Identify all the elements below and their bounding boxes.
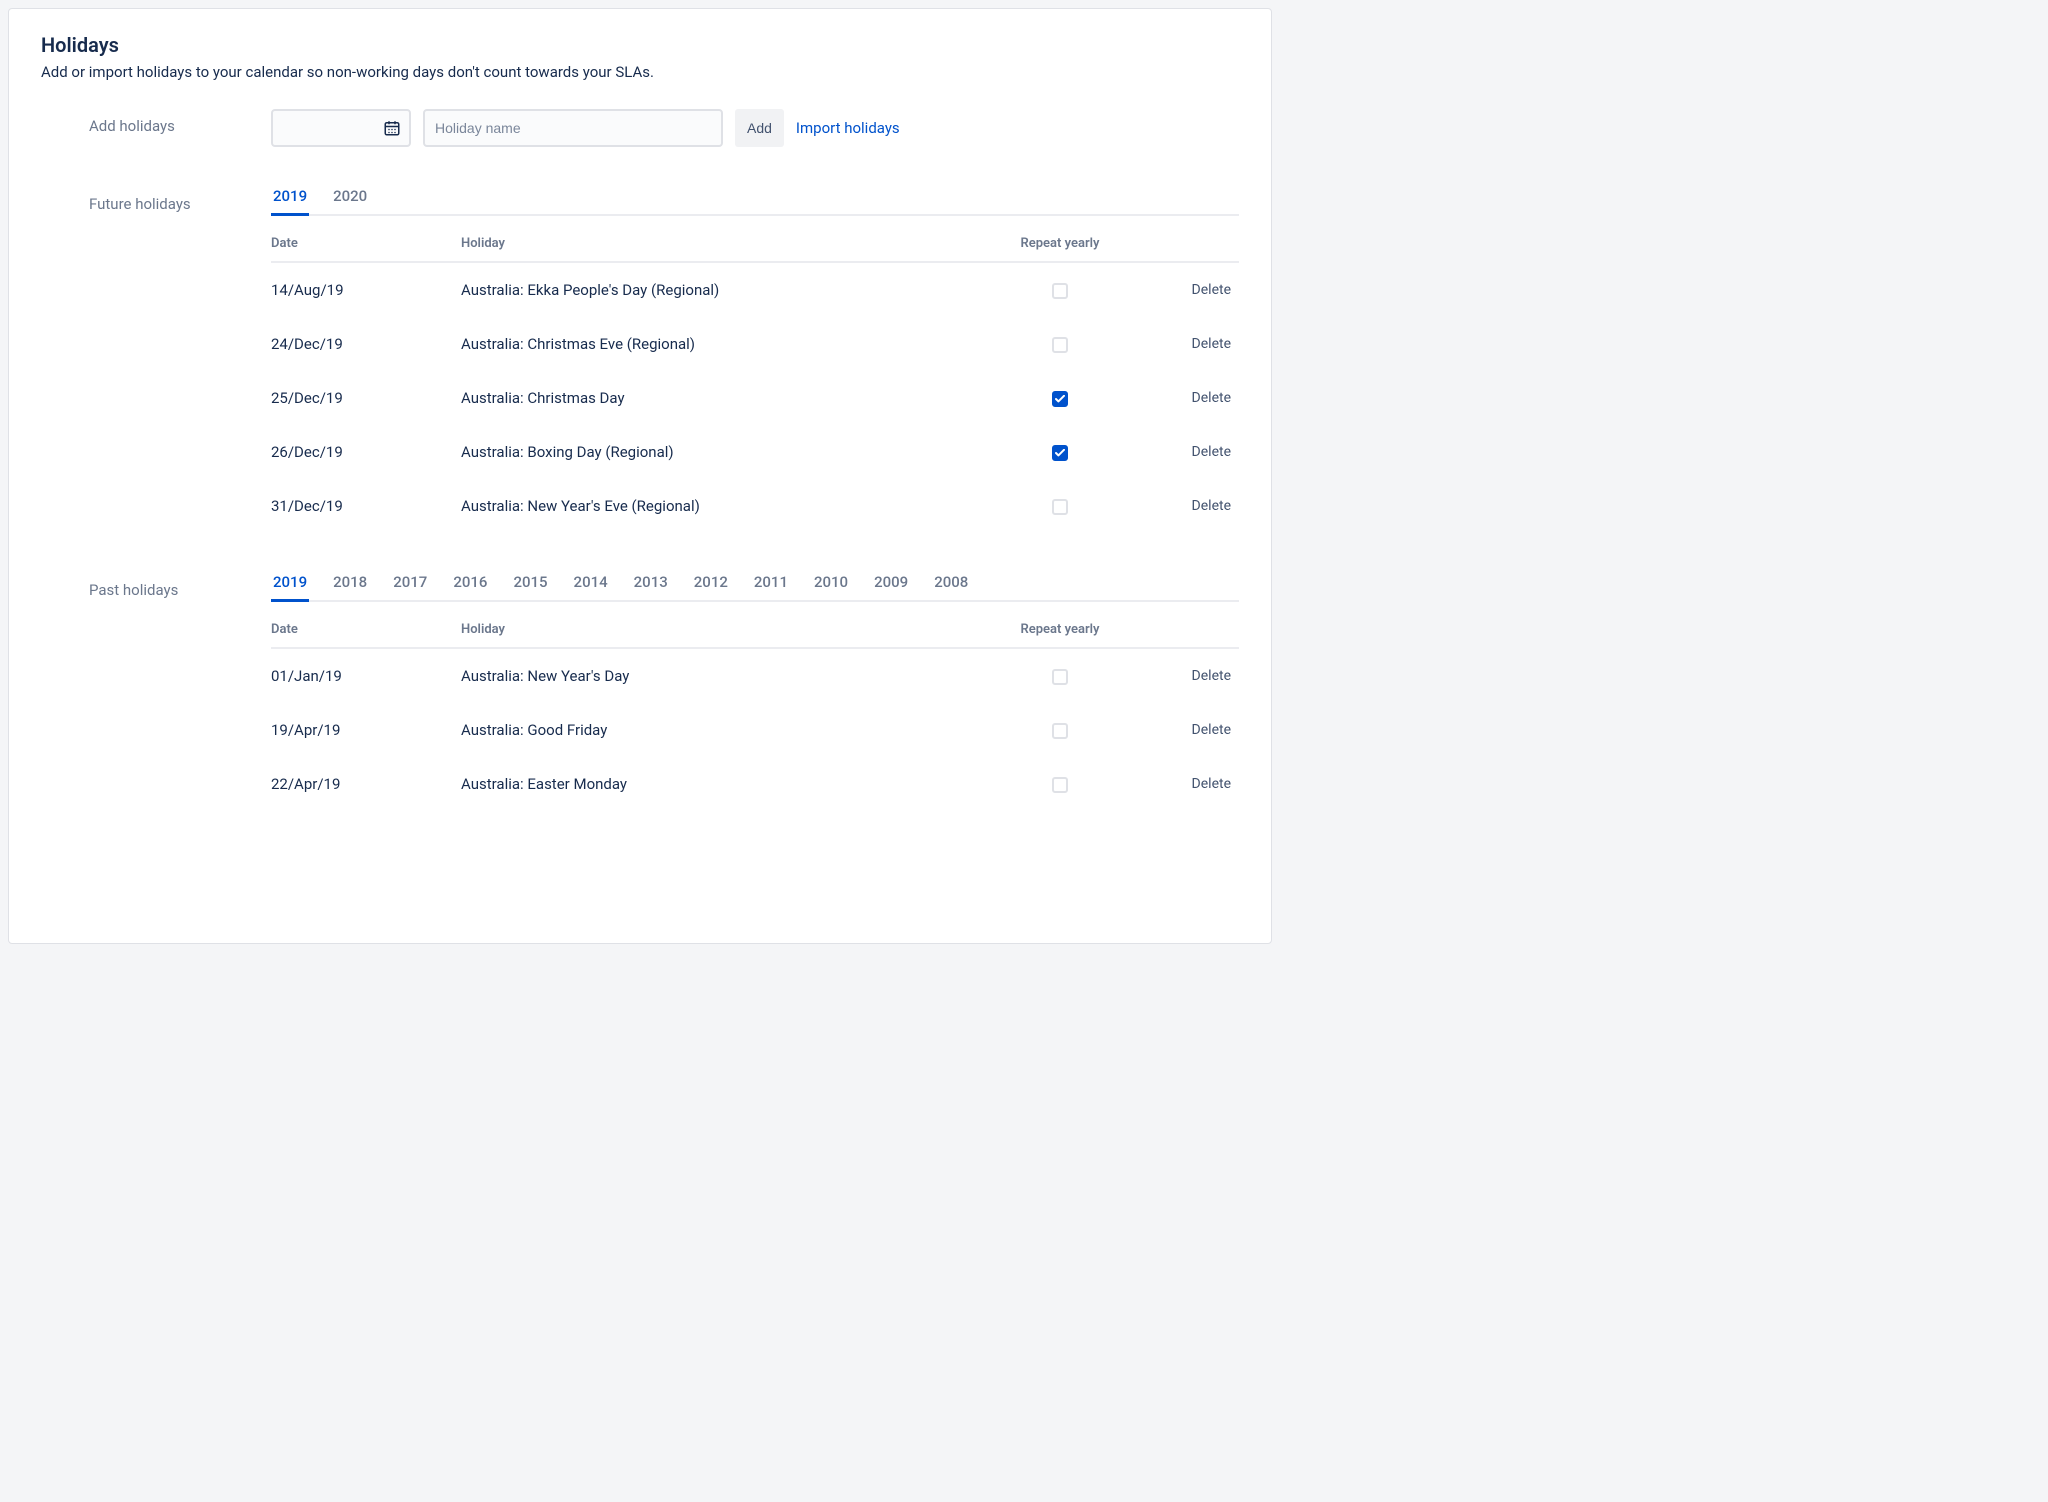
year-tab-2020[interactable]: 2020	[331, 187, 369, 216]
repeat-yearly-checkbox[interactable]	[1052, 777, 1068, 793]
year-tab-2017[interactable]: 2017	[391, 573, 429, 602]
delete-link[interactable]: Delete	[1139, 757, 1239, 811]
cell-date: 14/Aug/19	[271, 262, 461, 317]
year-tab-2012[interactable]: 2012	[692, 573, 730, 602]
import-holidays-link[interactable]: Import holidays	[796, 119, 900, 137]
page-title: Holidays	[41, 33, 1239, 57]
table-row: 14/Aug/19Australia: Ekka People's Day (R…	[271, 262, 1239, 317]
cell-holiday: Australia: Christmas Day	[461, 371, 989, 425]
calendar-icon	[383, 119, 401, 137]
table-row: 01/Jan/19Australia: New Year's Day Delete	[271, 648, 1239, 703]
table-row: 19/Apr/19Australia: Good Friday Delete	[271, 703, 1239, 757]
cell-date: 24/Dec/19	[271, 317, 461, 371]
add-button[interactable]: Add	[735, 109, 784, 147]
cell-date: 25/Dec/19	[271, 371, 461, 425]
year-tab-2008[interactable]: 2008	[932, 573, 970, 602]
cell-repeat	[989, 757, 1139, 811]
cell-repeat	[989, 479, 1139, 533]
cell-holiday: Australia: Christmas Eve (Regional)	[461, 317, 989, 371]
col-repeat: Repeat yearly	[989, 230, 1139, 262]
holiday-date-input[interactable]	[271, 109, 411, 147]
add-holidays-label: Add holidays	[41, 109, 271, 135]
year-tab-2014[interactable]: 2014	[572, 573, 610, 602]
year-tab-2009[interactable]: 2009	[872, 573, 910, 602]
repeat-yearly-checkbox[interactable]	[1052, 723, 1068, 739]
page-subtitle: Add or import holidays to your calendar …	[41, 63, 1239, 81]
cell-holiday: Australia: New Year's Day	[461, 648, 989, 703]
future-holidays-section: Future holidays 2019 2020 Date Holiday Re…	[41, 187, 1239, 533]
repeat-yearly-checkbox[interactable]	[1052, 337, 1068, 353]
repeat-yearly-checkbox[interactable]	[1052, 391, 1068, 407]
year-tab-2019[interactable]: 2019	[271, 187, 309, 216]
cell-date: 22/Apr/19	[271, 757, 461, 811]
year-tab-2011[interactable]: 2011	[752, 573, 790, 602]
cell-date: 31/Dec/19	[271, 479, 461, 533]
past-holidays-section: Past holidays 20192018201720162015201420…	[41, 573, 1239, 811]
cell-repeat	[989, 317, 1139, 371]
col-date: Date	[271, 230, 461, 262]
col-action	[1139, 230, 1239, 262]
past-holidays-table: Date Holiday Repeat yearly 01/Jan/19Aust…	[271, 616, 1239, 811]
table-row: 22/Apr/19Australia: Easter Monday Delete	[271, 757, 1239, 811]
delete-link[interactable]: Delete	[1139, 703, 1239, 757]
cell-repeat	[989, 371, 1139, 425]
table-row: 26/Dec/19Australia: Boxing Day (Regional…	[271, 425, 1239, 479]
cell-repeat	[989, 703, 1139, 757]
delete-link[interactable]: Delete	[1139, 371, 1239, 425]
table-row: 24/Dec/19Australia: Christmas Eve (Regio…	[271, 317, 1239, 371]
repeat-yearly-checkbox[interactable]	[1052, 445, 1068, 461]
cell-repeat	[989, 425, 1139, 479]
year-tab-2018[interactable]: 2018	[331, 573, 369, 602]
past-year-tabs: 2019 2018 2017 2016 2015 2014 2013 2012 2011 2010…	[271, 573, 1239, 602]
holiday-name-input[interactable]	[423, 109, 723, 147]
cell-date: 19/Apr/19	[271, 703, 461, 757]
table-row: 25/Dec/19Australia: Christmas Day Delete	[271, 371, 1239, 425]
year-tab-2016[interactable]: 2016	[451, 573, 489, 602]
repeat-yearly-checkbox[interactable]	[1052, 283, 1068, 299]
col-date: Date	[271, 616, 461, 648]
cell-repeat	[989, 648, 1139, 703]
cell-holiday: Australia: Easter Monday	[461, 757, 989, 811]
col-action	[1139, 616, 1239, 648]
future-year-tabs: 2019 2020	[271, 187, 1239, 216]
cell-holiday: Australia: Good Friday	[461, 703, 989, 757]
table-row: 31/Dec/19Australia: New Year's Eve (Regi…	[271, 479, 1239, 533]
col-holiday: Holiday	[461, 616, 989, 648]
repeat-yearly-checkbox[interactable]	[1052, 669, 1068, 685]
delete-link[interactable]: Delete	[1139, 317, 1239, 371]
year-tab-2019[interactable]: 2019	[271, 573, 309, 602]
col-holiday: Holiday	[461, 230, 989, 262]
cell-repeat	[989, 262, 1139, 317]
delete-link[interactable]: Delete	[1139, 262, 1239, 317]
delete-link[interactable]: Delete	[1139, 479, 1239, 533]
col-repeat: Repeat yearly	[989, 616, 1139, 648]
cell-holiday: Australia: Boxing Day (Regional)	[461, 425, 989, 479]
future-holidays-table: Date Holiday Repeat yearly 14/Aug/19Aust…	[271, 230, 1239, 533]
cell-date: 26/Dec/19	[271, 425, 461, 479]
delete-link[interactable]: Delete	[1139, 648, 1239, 703]
year-tab-2010[interactable]: 2010	[812, 573, 850, 602]
cell-holiday: Australia: New Year's Eve (Regional)	[461, 479, 989, 533]
delete-link[interactable]: Delete	[1139, 425, 1239, 479]
year-tab-2013[interactable]: 2013	[632, 573, 670, 602]
cell-date: 01/Jan/19	[271, 648, 461, 703]
cell-holiday: Australia: Ekka People's Day (Regional)	[461, 262, 989, 317]
repeat-yearly-checkbox[interactable]	[1052, 499, 1068, 515]
future-holidays-label: Future holidays	[41, 187, 271, 213]
add-holidays-section: Add holidays Ad	[41, 109, 1239, 147]
year-tab-2015[interactable]: 2015	[511, 573, 549, 602]
holidays-panel: Holidays Add or import holidays to your …	[8, 8, 1272, 944]
past-holidays-label: Past holidays	[41, 573, 271, 599]
